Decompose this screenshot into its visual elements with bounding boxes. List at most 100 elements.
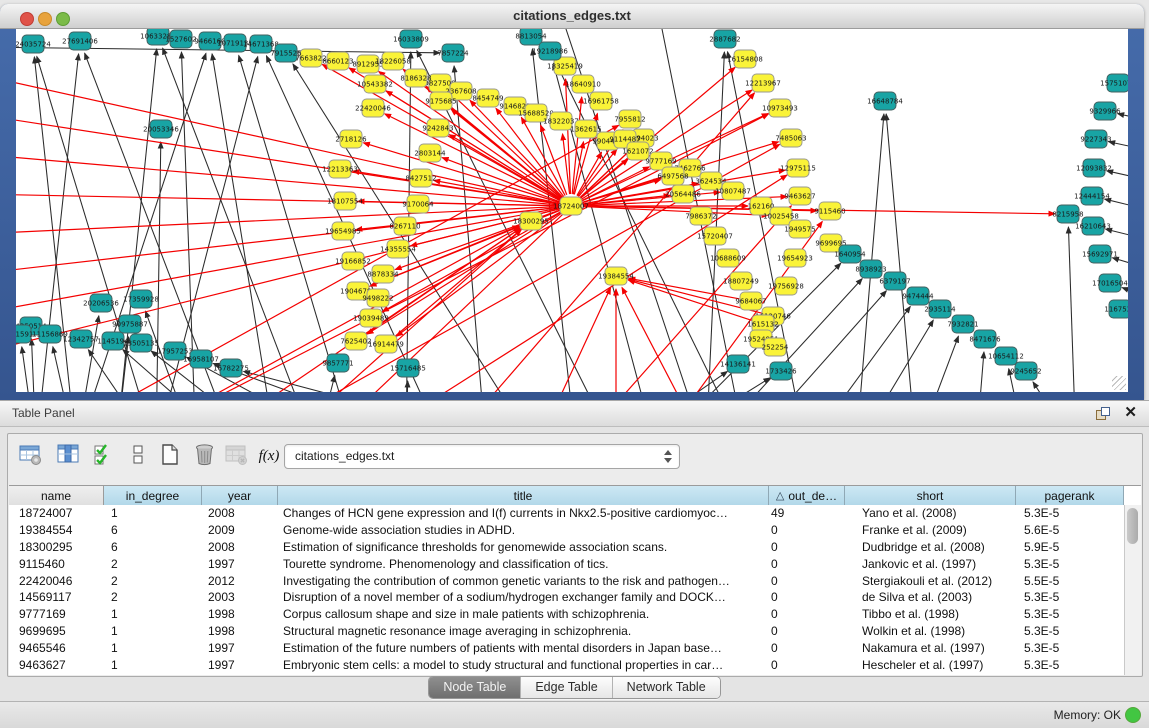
table-cell: 1997 [200,657,275,674]
graph-node-label: 8454749 [472,95,503,103]
table-cell: 0 [765,606,840,623]
graph-edge [916,336,958,392]
table-row[interactable]: 2242004622012Investigating the contribut… [9,573,1124,590]
table-select-dropdown[interactable]: citations_edges.txt [284,444,680,469]
network-canvas[interactable]: 1872400718300295193845541221336384275122… [16,29,1128,392]
column-header-year[interactable]: year [202,486,278,505]
column-header-label: out_de… [788,489,837,503]
table-cell: Disruption of a novel member of a sodium… [275,589,765,606]
column-header-label: pagerank [1044,489,1094,503]
graph-node-label: 1362615 [570,126,601,134]
column-header-in_degree[interactable]: in_degree [104,486,202,505]
create-column-button[interactable] [158,442,184,470]
table-cell: 49 [765,505,840,522]
graph-node-label: 20564486 [665,191,701,199]
table-row[interactable]: 1938455462009Genome-wide association stu… [9,522,1124,539]
table-cell: Estimation of the future numbers of pati… [275,640,765,657]
graph-node-label: 7485063 [775,135,806,143]
select-rows-button[interactable] [92,442,118,470]
graph-node-label: 9242843 [422,125,453,133]
delete-table-button[interactable] [224,442,250,470]
graph-node-label: 18300295 [513,218,549,226]
table-row[interactable]: 977716911998Corpus callosum shape and si… [9,606,1124,623]
table-scrollbar[interactable] [1124,505,1141,675]
table-cell: 9115460 [9,556,103,573]
scrollbar-thumb[interactable] [1127,508,1138,544]
graph-node-label: 7986372 [685,213,716,221]
graph-edge [76,316,99,392]
table-cell: Franke et al. (2009) [840,522,1010,539]
graph-node-label: 391591 [16,331,33,339]
table-cell: 1998 [200,623,275,640]
graph-node-label: 18640910 [565,81,601,89]
table-row[interactable]: 1872400712008Changes of HCN gene express… [9,505,1124,522]
graph-node-label: 90975887 [112,321,148,329]
graph-node-label: 9777169 [645,158,676,166]
graph-node-label: 9684067 [735,298,766,306]
graph-node-label: 14136141 [720,361,756,369]
graph-node-label: 16210643 [1075,223,1111,231]
table-row[interactable]: 946554611997Estimation of the future num… [9,640,1124,657]
table-cell: 9465546 [9,640,103,657]
table-cell: 2012 [200,573,275,590]
window-resize-grip[interactable] [1112,376,1126,390]
column-header-out_de[interactable]: △ out_de… [769,486,845,505]
table-toolbar: f(x) citations_edges.txt [8,434,1142,478]
float-panel-icon[interactable] [1096,407,1109,420]
graph-node-label: 27691406 [62,38,98,46]
tab-network-table[interactable]: Network Table [613,677,720,698]
graph-node-label: 16914479 [368,341,404,349]
close-panel-icon[interactable]: ✕ [1124,404,1137,422]
table-panel: Table Panel ✕ [0,400,1149,728]
table-options-button[interactable] [18,442,44,470]
table-cell: 0 [765,640,840,657]
table-cell: 5.3E-5 [1010,623,1117,640]
delete-column-button[interactable] [192,442,218,470]
table-row[interactable]: 946362711997Embryonic stem cells: a mode… [9,657,1124,674]
graph-edge [1106,229,1128,244]
table-row[interactable]: 969969511998Structural magnetic resonanc… [9,623,1124,640]
column-header-pagerank[interactable]: pagerank [1016,486,1124,505]
table-cell: 5.9E-5 [1010,539,1117,556]
table-cell: Genome-wide association studies in ADHD. [275,522,765,539]
graph-node-label: 16648784 [867,98,903,106]
show-columns-button[interactable] [56,442,82,470]
column-header-name[interactable]: name [9,486,104,505]
table-cell: 14569117 [9,589,103,606]
graph-edge [886,114,916,392]
graph-node-label: 2803144 [414,150,446,158]
table-cell: Stergiakouli et al. (2012) [840,573,1010,590]
graph-node-label: 15720407 [697,233,733,241]
column-header-label: in_degree [126,489,179,503]
column-header-title[interactable]: title [278,486,769,505]
table-cell: 0 [765,573,840,590]
tab-edge-table[interactable]: Edge Table [521,677,612,698]
tab-node-table[interactable]: Node Table [429,677,521,698]
table-row[interactable]: 1830029562008Estimation of significance … [9,539,1124,556]
sort-ascending-icon: △ [776,489,784,502]
table-cell: 2008 [200,505,275,522]
table-panel-header: Table Panel ✕ [0,401,1149,427]
table-cell: 5.3E-5 [1010,505,1117,522]
graph-node-label: 8813054 [515,33,547,41]
table-cell: 0 [765,539,840,556]
graph-node-label: 252254 [762,344,789,352]
column-header-short[interactable]: short [845,486,1016,505]
function-builder-button[interactable]: f(x) [256,442,282,470]
column-header-label: year [228,489,251,503]
table-select-value: citations_edges.txt [295,449,394,463]
graph-node-label: 8471676 [969,336,1001,344]
table-cell: 5.3E-5 [1010,589,1117,606]
graph-node-label: 8878334 [367,271,399,279]
table-cell: 2008 [200,539,275,556]
graph-node-label: 10654112 [988,353,1024,361]
row-height-button[interactable] [126,442,152,470]
graph-edge [32,339,36,392]
graph-node-label: 2718126 [335,136,367,144]
table-row[interactable]: 911546021997Tourette syndrome. Phenomeno… [9,556,1124,573]
window-title-bar[interactable]: citations_edges.txt [0,4,1144,29]
graph-node-label: 9463627 [784,193,815,201]
table-row[interactable]: 1456911722003Disruption of a novel membe… [9,589,1124,606]
table-cell: Nakamura et al. (1997) [840,640,1010,657]
graph-node-label: 9170064 [402,201,434,209]
